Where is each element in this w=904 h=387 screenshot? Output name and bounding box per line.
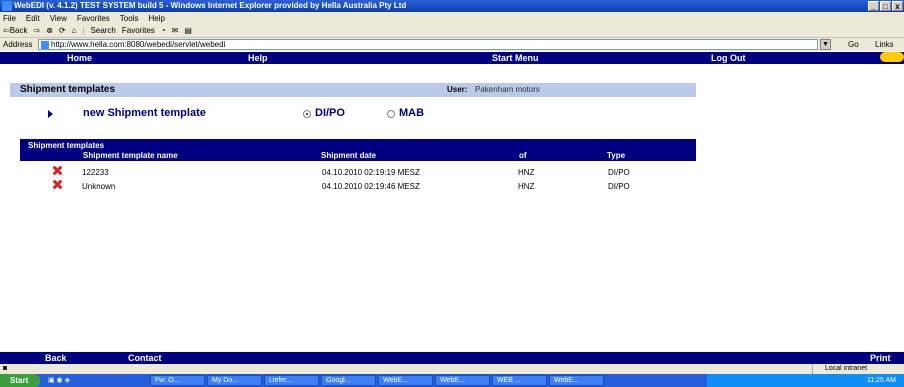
close-button[interactable]: x [892, 1, 903, 11]
status-zone: Local intranet [812, 364, 904, 374]
col-of: of [519, 151, 527, 160]
task-button[interactable]: WebE... [378, 375, 433, 386]
status-page-icon: ◙ [3, 365, 8, 372]
address-url: http://www.hella.com:8080/webedi/servlet… [51, 40, 226, 49]
user-label: User: [447, 85, 468, 94]
menu-tools[interactable]: Tools [120, 12, 139, 25]
address-bar: Address http://www.hella.com:8080/webedi… [0, 37, 904, 51]
table-header: Shipment templates Shipment template nam… [20, 139, 696, 161]
task-button[interactable]: WEB ... [492, 375, 547, 386]
separator: | [82, 26, 85, 35]
col-type: Type [607, 151, 626, 160]
status-bar: ◙ Local intranet [0, 364, 904, 374]
task-button[interactable]: My Do... [207, 375, 262, 386]
menu-edit[interactable]: Edit [26, 12, 40, 25]
address-input[interactable]: http://www.hella.com:8080/webedi/servlet… [38, 39, 818, 50]
address-dropdown-icon[interactable]: ▼ [820, 39, 831, 50]
page-icon [41, 41, 49, 49]
arrow-right-icon [48, 110, 53, 118]
back-button[interactable]: ⇦Back [3, 25, 28, 37]
table-row: 122233 04.10.2010 02:19:19 MESZ HNZ DI/P… [20, 166, 696, 180]
system-tray: 11:25 AM [707, 374, 904, 387]
nav-start-menu[interactable]: Start Menu [492, 52, 539, 64]
cell-date: 04.10.2010 02:19:19 MESZ [322, 168, 420, 177]
nav-help[interactable]: Help [248, 52, 268, 64]
search-button[interactable]: Search [91, 25, 116, 37]
refresh-icon[interactable]: ⟳ [59, 25, 66, 37]
menu-view[interactable]: View [50, 12, 67, 25]
hella-logo [880, 52, 904, 62]
task-button[interactable]: Liefer... [264, 375, 319, 386]
nav-home[interactable]: Home [67, 52, 92, 64]
cell-of: HNZ [518, 182, 535, 191]
footer-contact[interactable]: Contact [128, 352, 162, 364]
taskbar: Start ▣ ◉ ◈ Fw: O... My Do... Liefer... … [0, 374, 904, 387]
clock: 11:25 AM [866, 377, 896, 384]
cell-type: DI/PO [608, 182, 630, 191]
address-label: Address [3, 40, 33, 49]
col-name: Shipment template name [83, 151, 178, 160]
menu-help[interactable]: Help [148, 12, 164, 25]
task-button[interactable]: Googl... [321, 375, 376, 386]
cell-name[interactable]: 122233 [82, 166, 109, 180]
mail-icon[interactable]: ✉ [172, 25, 179, 37]
ie-icon [2, 1, 12, 11]
print-icon[interactable]: ▤ [184, 25, 192, 37]
cell-date: 04.10.2010 02:19:46 MESZ [322, 182, 420, 191]
browser-toolbar: ⇦Back ⇨ ⊗ ⟳ ⌂ | Search Favorites ◔ ✉ ▤ [0, 25, 904, 37]
start-button[interactable]: Start [0, 374, 40, 387]
page-title: Shipment templates [20, 84, 116, 95]
stop-icon[interactable]: ⊗ [46, 25, 53, 37]
user-value: Pakenham motors [475, 85, 540, 94]
menu-file[interactable]: File [3, 12, 16, 25]
cell-of: HNZ [518, 168, 535, 177]
quicklaunch-icons[interactable]: ▣ ◉ ◈ [48, 374, 70, 387]
task-list: Fw: O... My Do... Liefer... Googl... Web… [150, 375, 604, 386]
table-title: Shipment templates [28, 141, 105, 150]
menu-bar: File Edit View Favorites Tools Help [0, 12, 904, 25]
minimize-button[interactable]: _ [868, 1, 879, 11]
table-row: Unknown 04.10.2010 02:19:46 MESZ HNZ DI/… [20, 180, 696, 194]
footer-back[interactable]: Back [45, 352, 67, 364]
favorites-button[interactable]: Favorites [122, 25, 155, 37]
menu-favorites[interactable]: Favorites [77, 12, 110, 25]
page-content: Home Help Start Menu Log Out Shipment te… [0, 52, 904, 364]
task-button[interactable]: Fw: O... [150, 375, 205, 386]
links-button[interactable]: Links [875, 38, 894, 52]
new-template-link[interactable]: new Shipment template [83, 107, 206, 119]
window-title: WebEDI (v. 4.1.2) TEST SYSTEM build 5 - … [14, 1, 407, 10]
go-button[interactable]: Go [848, 38, 859, 52]
top-nav: Home Help Start Menu Log Out [0, 52, 904, 64]
home-icon[interactable]: ⌂ [72, 25, 77, 37]
footer-print[interactable]: Print [870, 352, 891, 364]
cell-type: DI/PO [608, 168, 630, 177]
col-date: Shipment date [321, 151, 377, 160]
delete-icon[interactable] [53, 180, 62, 189]
delete-icon[interactable] [53, 166, 62, 175]
nav-logout[interactable]: Log Out [711, 52, 746, 64]
radio-dipo[interactable] [303, 110, 311, 118]
zone-label: Local intranet [825, 365, 868, 372]
history-icon[interactable]: ◔ [161, 25, 166, 37]
task-button[interactable]: WebE... [435, 375, 490, 386]
task-button[interactable]: WebE... [549, 375, 604, 386]
forward-button[interactable]: ⇨ [34, 25, 41, 37]
radio-mab-label: MAB [399, 107, 425, 119]
maximize-button[interactable]: □ [880, 1, 891, 11]
window-titlebar: WebEDI (v. 4.1.2) TEST SYSTEM build 5 - … [0, 0, 904, 12]
radio-dipo-label: DI/PO [315, 107, 345, 119]
cell-name[interactable]: Unknown [82, 180, 115, 194]
footer-nav: Back Contact Print [0, 352, 904, 364]
start-label: Start [10, 376, 29, 385]
radio-mab[interactable] [387, 110, 395, 118]
